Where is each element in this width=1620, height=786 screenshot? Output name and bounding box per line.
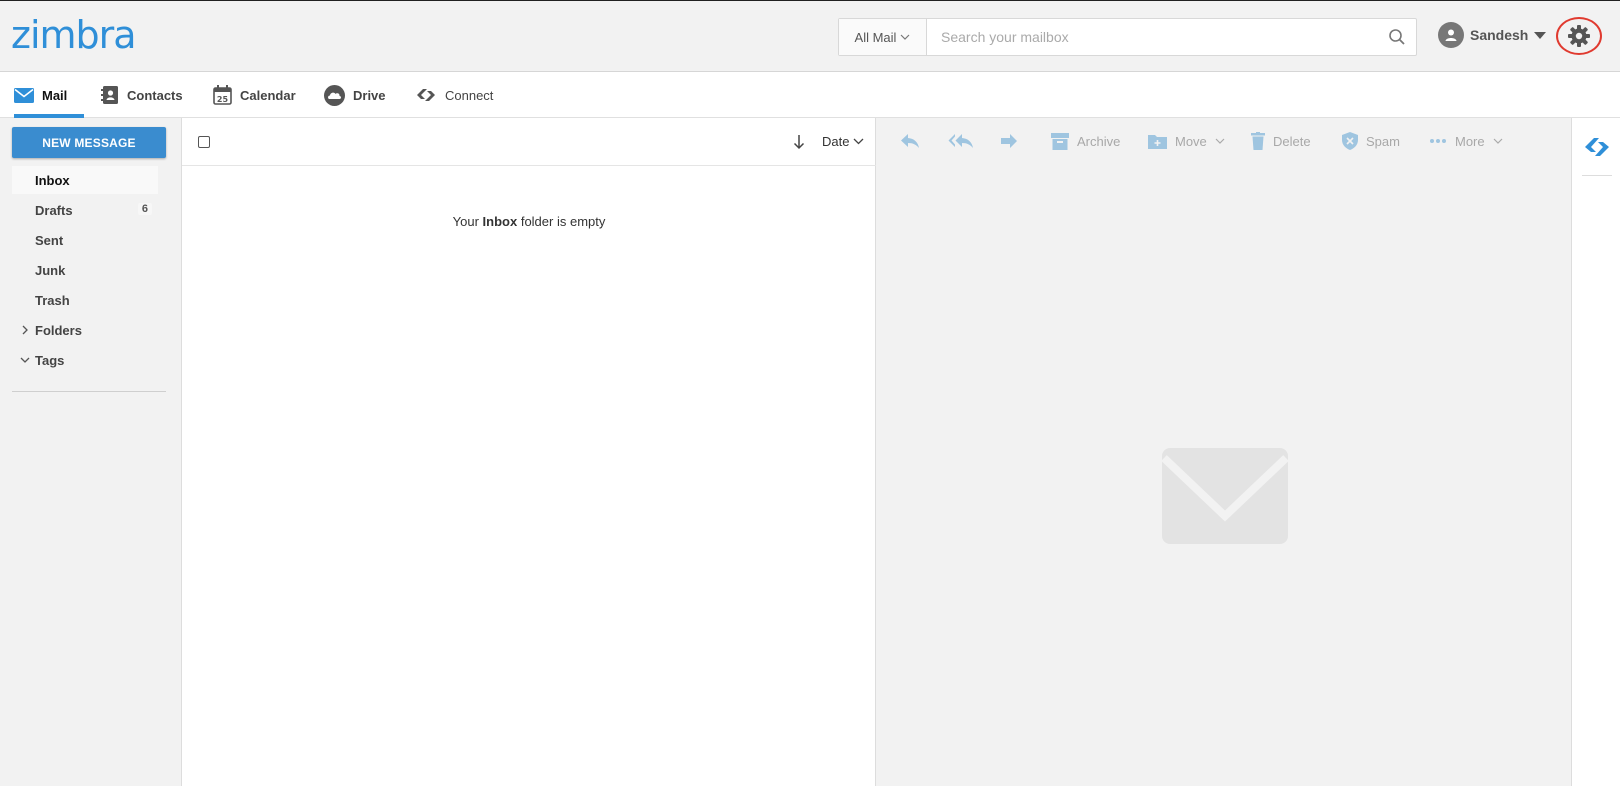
chevron-down-icon: [1215, 138, 1225, 144]
folder-sidebar: NEW MESSAGE Inbox Drafts 6 Sent Junk Tra…: [0, 118, 182, 786]
move-button[interactable]: Move: [1148, 128, 1225, 154]
tab-connect-label: Connect: [445, 87, 494, 103]
user-menu[interactable]: Sandesh: [1438, 21, 1547, 49]
empty-folder-message: Your Inbox folder is empty: [182, 214, 876, 229]
folder-label: Junk: [35, 262, 66, 278]
folder-label: Sent: [35, 232, 64, 248]
empty-folder-name: Inbox: [482, 214, 518, 229]
delete-button[interactable]: Delete: [1251, 128, 1311, 154]
empty-prefix: Your: [452, 214, 479, 229]
trash-icon: [1251, 132, 1265, 150]
chevron-down-icon[interactable]: [20, 355, 30, 365]
calendar-icon: 25: [213, 85, 232, 105]
caret-down-icon: [1534, 31, 1547, 39]
search-scope-label: All Mail: [854, 29, 897, 45]
folder-label: Drafts: [35, 202, 73, 218]
tags-group[interactable]: Tags: [12, 346, 158, 374]
folder-label: Tags: [35, 352, 65, 368]
spam-shield-icon: [1342, 132, 1358, 150]
tab-calendar[interactable]: 25 Calendar: [213, 72, 296, 118]
calendar-icon-day: 25: [217, 95, 229, 104]
gear-icon: [1568, 25, 1590, 47]
spam-label: Spam: [1366, 133, 1400, 149]
chevron-right-icon[interactable]: [20, 325, 30, 335]
search-scope-dropdown[interactable]: All Mail: [839, 19, 927, 55]
tab-connect[interactable]: Connect: [415, 72, 493, 118]
spam-button[interactable]: Spam: [1342, 128, 1400, 154]
folder-label: Trash: [35, 292, 70, 308]
chevron-down-icon: [854, 138, 864, 145]
new-message-button[interactable]: NEW MESSAGE: [12, 127, 166, 158]
sidebar-divider: [12, 391, 166, 392]
zimbra-logo[interactable]: zimbra: [11, 13, 137, 57]
reply-all-button[interactable]: [948, 128, 974, 154]
rail-divider: [1582, 175, 1612, 176]
folder-move-icon: [1148, 135, 1167, 149]
tab-drive[interactable]: Drive: [324, 72, 386, 118]
top-header: zimbra All Mail Sandesh: [0, 1, 1620, 72]
settings-button[interactable]: [1556, 17, 1602, 55]
tab-mail[interactable]: Mail: [14, 72, 84, 118]
search-icon[interactable]: [1388, 28, 1406, 46]
envelope-placeholder-icon: [1162, 448, 1288, 544]
sort-direction-icon[interactable]: [792, 134, 806, 150]
move-label: Move: [1175, 133, 1207, 149]
folder-trash[interactable]: Trash: [12, 286, 158, 314]
app-tabs: Mail Contacts 25 Calendar Drive Connect: [0, 72, 1620, 118]
message-list: Date Your Inbox folder is empty: [182, 118, 876, 786]
forward-icon: [1001, 134, 1017, 148]
folder-inbox[interactable]: Inbox: [12, 166, 158, 194]
archive-label: Archive: [1077, 133, 1121, 149]
more-actions-button[interactable]: More: [1429, 128, 1503, 154]
tab-contacts-label: Contacts: [127, 87, 183, 103]
search-bar: All Mail: [838, 18, 1417, 56]
user-icon: [1445, 29, 1457, 41]
avatar: [1438, 22, 1464, 48]
select-all-checkbox[interactable]: [198, 136, 210, 148]
archive-icon: [1051, 132, 1069, 150]
tab-mail-label: Mail: [42, 87, 68, 103]
connect-icon[interactable]: [1584, 136, 1610, 158]
search-input[interactable]: [927, 19, 1387, 55]
unread-count-badge: 6: [137, 203, 152, 215]
more-label: More: [1455, 133, 1485, 149]
folder-drafts[interactable]: Drafts 6: [12, 196, 158, 224]
empty-suffix: folder is empty: [520, 214, 606, 229]
more-dots-icon: [1430, 139, 1446, 143]
archive-button[interactable]: Archive: [1051, 128, 1120, 154]
tab-calendar-label: Calendar: [240, 87, 296, 103]
reply-all-icon: [948, 134, 973, 148]
connect-icon: [417, 89, 435, 101]
forward-button[interactable]: [1000, 128, 1018, 154]
folder-label: Folders: [35, 322, 82, 338]
folder-label: Inbox: [35, 172, 70, 188]
cloud-icon: [324, 84, 345, 106]
tab-drive-label: Drive: [353, 87, 386, 103]
message-list-header: Date: [182, 118, 876, 166]
reply-button[interactable]: [900, 128, 920, 154]
reply-icon: [901, 134, 919, 148]
contacts-icon: [101, 86, 118, 104]
reading-pane: Archive Move Delete Spam More: [876, 118, 1572, 786]
sort-field-dropdown[interactable]: Date: [822, 134, 864, 149]
mail-icon: [14, 87, 34, 103]
delete-label: Delete: [1273, 133, 1311, 149]
chevron-down-icon: [1493, 138, 1503, 144]
tab-contacts[interactable]: Contacts: [101, 72, 183, 118]
folders-group[interactable]: Folders: [12, 316, 158, 344]
chevron-down-icon: [901, 34, 910, 40]
folder-sent[interactable]: Sent: [12, 226, 158, 254]
user-name: Sandesh: [1470, 27, 1529, 43]
right-rail: [1572, 118, 1620, 786]
folder-junk[interactable]: Junk: [12, 256, 158, 284]
sort-field-label: Date: [822, 134, 850, 149]
